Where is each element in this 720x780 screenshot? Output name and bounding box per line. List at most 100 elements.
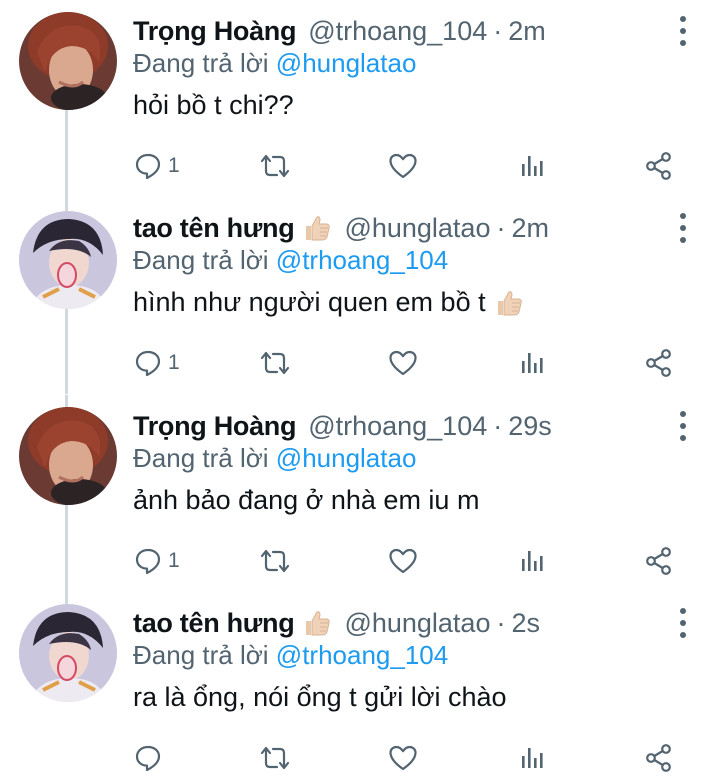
separator: · xyxy=(496,212,506,243)
retweet-icon xyxy=(260,549,290,573)
reply-count: 1 xyxy=(168,351,180,374)
tweet-actions xyxy=(0,738,720,778)
share-button[interactable] xyxy=(644,541,674,581)
thumbs-up-icon xyxy=(497,290,522,315)
display-name[interactable]: Trọng Hoàng xyxy=(133,16,296,47)
avatar[interactable] xyxy=(19,12,117,110)
tweet-actions: 1 xyxy=(0,343,720,383)
retweet-icon xyxy=(260,746,290,770)
reply-icon xyxy=(135,745,161,772)
analytics-button[interactable] xyxy=(518,541,546,581)
timestamp[interactable]: 2m xyxy=(508,16,546,47)
tweet[interactable]: tao tên hưng @hunglatao · 2s Đang trả lờ… xyxy=(0,592,720,780)
more-options-icon[interactable] xyxy=(676,411,690,441)
tweet-text: ảnh bảo đang ở nhà em iu m xyxy=(133,485,480,515)
analytics-icon xyxy=(522,551,543,571)
analytics-button[interactable] xyxy=(518,146,546,186)
avatar[interactable] xyxy=(19,211,117,309)
replying-to-label: Đang trả lời xyxy=(133,443,269,473)
reply-icon xyxy=(135,350,161,377)
user-handle[interactable]: @hunglatao xyxy=(344,608,490,639)
reply-button[interactable]: 1 xyxy=(134,541,180,581)
tweet-header: Trọng Hoàng @trhoang_104 · 2m xyxy=(133,14,546,48)
analytics-icon xyxy=(522,748,543,768)
more-options-icon[interactable] xyxy=(676,213,690,243)
thumbs-up-icon xyxy=(306,611,331,636)
like-button[interactable] xyxy=(388,541,418,581)
separator: · xyxy=(493,15,503,46)
share-icon xyxy=(646,547,671,575)
more-options-icon[interactable] xyxy=(676,608,690,638)
mention-link[interactable]: @trhoang_104 xyxy=(276,640,448,670)
avatar[interactable] xyxy=(19,604,117,702)
retweet-button[interactable] xyxy=(258,541,292,581)
share-icon xyxy=(646,349,671,377)
tweet[interactable]: Trọng Hoàng @trhoang_104 · 2m Đang trả l… xyxy=(0,0,720,197)
display-name[interactable]: tao tên hưng xyxy=(133,213,295,244)
avatar[interactable] xyxy=(19,407,117,505)
display-name[interactable]: Trọng Hoàng xyxy=(133,411,296,442)
heart-icon xyxy=(389,350,417,376)
retweet-button[interactable] xyxy=(258,738,292,778)
mention-link[interactable]: @hunglatao xyxy=(276,48,417,78)
timestamp[interactable]: 2s xyxy=(511,608,540,639)
tweet-actions: 1 xyxy=(0,541,720,581)
analytics-button[interactable] xyxy=(518,343,546,383)
tweet-header: Trọng Hoàng @trhoang_104 · 29s xyxy=(133,409,552,443)
like-button[interactable] xyxy=(388,146,418,186)
reply-button[interactable] xyxy=(134,738,168,778)
timestamp[interactable]: 29s xyxy=(508,411,552,442)
heart-icon xyxy=(389,153,417,179)
user-handle[interactable]: @hunglatao xyxy=(344,213,490,244)
user-handle[interactable]: @trhoang_104 xyxy=(308,16,487,47)
reply-count: 1 xyxy=(168,154,180,177)
thread-line xyxy=(65,592,68,604)
replying-to: Đang trả lời @trhoang_104 xyxy=(133,640,448,671)
retweet-button[interactable] xyxy=(258,146,292,186)
reply-icon xyxy=(135,548,161,575)
more-options-icon[interactable] xyxy=(676,16,690,46)
replying-to: Đang trả lời @trhoang_104 xyxy=(133,245,448,276)
replying-to: Đang trả lời @hunglatao xyxy=(133,48,416,79)
thread-line xyxy=(65,395,68,407)
reply-button[interactable]: 1 xyxy=(134,146,180,186)
mention-link[interactable]: @hunglatao xyxy=(276,443,417,473)
like-button[interactable] xyxy=(388,738,418,778)
mention-link[interactable]: @trhoang_104 xyxy=(276,245,448,275)
tweet[interactable]: Trọng Hoàng @trhoang_104 · 29s Đang trả … xyxy=(0,395,720,595)
reply-icon xyxy=(135,153,161,180)
tweet-actions: 1 xyxy=(0,146,720,186)
user-handle[interactable]: @trhoang_104 xyxy=(308,411,487,442)
separator: · xyxy=(493,410,503,441)
replying-to-label: Đang trả lời xyxy=(133,245,269,275)
separator: · xyxy=(496,607,506,638)
retweet-icon xyxy=(260,154,290,178)
display-name[interactable]: tao tên hưng xyxy=(133,608,295,639)
reply-count: 1 xyxy=(168,549,180,572)
heart-icon xyxy=(389,548,417,574)
share-icon xyxy=(646,744,671,772)
tweet[interactable]: tao tên hưng @hunglatao · 2m Đang trả lờ… xyxy=(0,197,720,394)
heart-icon xyxy=(389,745,417,771)
tweet-text: hỏi bồ t chi?? xyxy=(133,90,294,120)
thumbs-up-icon xyxy=(306,216,331,241)
tweet-text-row: hình như người quen em bồ t xyxy=(133,287,524,318)
analytics-button[interactable] xyxy=(518,738,546,778)
analytics-icon xyxy=(522,353,543,373)
tweet-header: tao tên hưng @hunglatao · 2s xyxy=(133,606,540,640)
replying-to: Đang trả lời @hunglatao xyxy=(133,443,416,474)
tweet-header: tao tên hưng @hunglatao · 2m xyxy=(133,211,549,245)
analytics-icon xyxy=(522,156,543,176)
share-icon xyxy=(646,152,671,180)
share-button[interactable] xyxy=(644,738,674,778)
share-button[interactable] xyxy=(644,343,674,383)
retweet-button[interactable] xyxy=(258,343,292,383)
tweet-text: ra là ổng, nói ổng t gửi lời chào xyxy=(133,682,507,712)
share-button[interactable] xyxy=(644,146,674,186)
replying-to-label: Đang trả lời xyxy=(133,640,269,670)
replying-to-label: Đang trả lời xyxy=(133,48,269,78)
timestamp[interactable]: 2m xyxy=(511,213,549,244)
reply-button[interactable]: 1 xyxy=(134,343,180,383)
like-button[interactable] xyxy=(388,343,418,383)
tweet-text: hình như người quen em bồ t xyxy=(133,287,486,317)
